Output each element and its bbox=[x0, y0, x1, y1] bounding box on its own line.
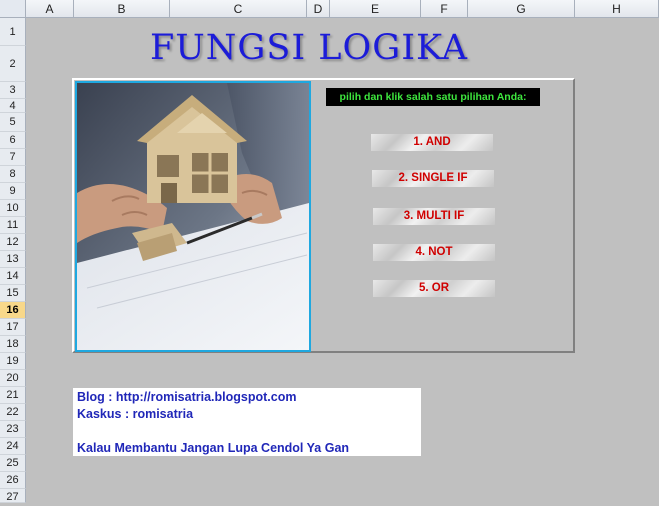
row-header-27[interactable]: 27 bbox=[0, 489, 26, 503]
row-header-24[interactable]: 24 bbox=[0, 438, 26, 455]
blog-link-text[interactable]: Blog : http://romisatria.blogspot.com bbox=[77, 389, 417, 406]
kaskus-text: Kaskus : romisatria bbox=[77, 407, 194, 421]
column-header-d[interactable]: D bbox=[307, 0, 330, 18]
row-header-25[interactable]: 25 bbox=[0, 455, 26, 472]
row-header-19[interactable]: 19 bbox=[0, 353, 26, 370]
architect-house-model-photo bbox=[75, 81, 311, 352]
row-header-9[interactable]: 9 bbox=[0, 183, 26, 200]
multi-if-option-button[interactable]: 3. MULTI IF bbox=[373, 208, 495, 225]
row-header-8[interactable]: 8 bbox=[0, 166, 26, 183]
column-header-g[interactable]: G bbox=[468, 0, 575, 18]
row-header-20[interactable]: 20 bbox=[0, 370, 26, 387]
row-header-22[interactable]: 22 bbox=[0, 404, 26, 421]
column-header-c[interactable]: C bbox=[170, 0, 307, 18]
message-text: Kalau Membantu Jangan Lupa Cendol Ya Gan bbox=[77, 441, 350, 455]
and-option-button[interactable]: 1. AND bbox=[371, 134, 493, 151]
row-header-7[interactable]: 7 bbox=[0, 149, 26, 166]
row-header-12[interactable]: 12 bbox=[0, 234, 26, 251]
row-header-3[interactable]: 3 bbox=[0, 82, 26, 99]
row-header-16[interactable]: 16 bbox=[0, 302, 26, 319]
contact-info-box: Blog : http://romisatria.blogspot.com Ka… bbox=[73, 388, 421, 456]
row-header-1[interactable]: 1 bbox=[0, 18, 26, 46]
or-option-button[interactable]: 5. OR bbox=[373, 280, 495, 297]
column-header-f[interactable]: F bbox=[421, 0, 468, 18]
row-header-6[interactable]: 6 bbox=[0, 132, 26, 149]
row-header-5[interactable]: 5 bbox=[0, 113, 26, 132]
select-all-corner[interactable] bbox=[0, 0, 26, 18]
row-header-18[interactable]: 18 bbox=[0, 336, 26, 353]
row-header-21[interactable]: 21 bbox=[0, 387, 26, 404]
column-header-b[interactable]: B bbox=[74, 0, 170, 18]
row-header-26[interactable]: 26 bbox=[0, 472, 26, 489]
row-header-23[interactable]: 23 bbox=[0, 421, 26, 438]
instruction-label: pilih dan klik salah satu pilihan Anda: bbox=[326, 88, 540, 106]
not-option-button[interactable]: 4. NOT bbox=[373, 244, 495, 261]
column-header-h[interactable]: H bbox=[575, 0, 659, 18]
single-if-option-button[interactable]: 2. SINGLE IF bbox=[372, 170, 494, 187]
column-header-a[interactable]: A bbox=[26, 0, 74, 18]
row-header-11[interactable]: 11 bbox=[0, 217, 26, 234]
row-header-4[interactable]: 4 bbox=[0, 99, 26, 113]
row-header-17[interactable]: 17 bbox=[0, 319, 26, 336]
row-header-2[interactable]: 2 bbox=[0, 46, 26, 82]
page-title: FUNGSI LOGIKA bbox=[150, 28, 469, 68]
row-header-14[interactable]: 14 bbox=[0, 268, 26, 285]
row-header-15[interactable]: 15 bbox=[0, 285, 26, 302]
row-header-13[interactable]: 13 bbox=[0, 251, 26, 268]
column-header-e[interactable]: E bbox=[330, 0, 421, 18]
row-header-10[interactable]: 10 bbox=[0, 200, 26, 217]
